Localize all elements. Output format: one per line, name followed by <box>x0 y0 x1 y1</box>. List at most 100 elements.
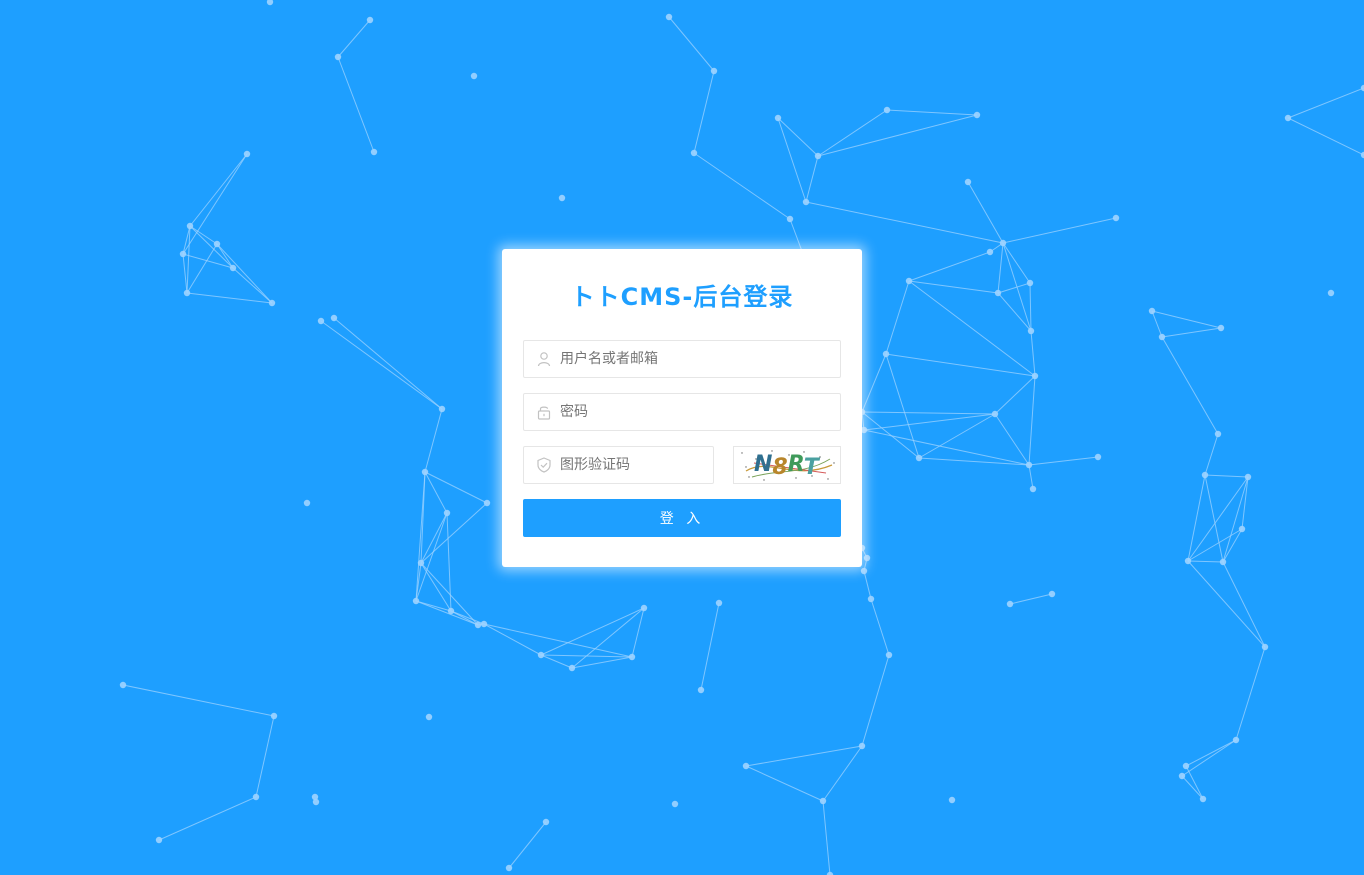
particle-dot <box>366 16 374 24</box>
particle-link <box>446 512 452 612</box>
particle-link <box>822 745 863 802</box>
particle-link <box>1009 593 1053 605</box>
particle-link <box>817 109 888 157</box>
username-input[interactable] <box>560 341 832 377</box>
particle-link <box>997 282 1031 294</box>
particle-link <box>1028 375 1036 466</box>
particle-link <box>817 114 978 157</box>
particle-link <box>186 243 218 294</box>
password-input[interactable] <box>560 394 832 430</box>
particle-dot <box>1217 324 1225 332</box>
particle-link <box>863 570 872 600</box>
particle-link <box>424 471 448 514</box>
particle-dot <box>915 454 923 462</box>
particle-dot <box>742 762 750 770</box>
particle-link <box>158 796 257 841</box>
particle-dot <box>1026 279 1034 287</box>
particle-link <box>1222 528 1243 563</box>
particle-link <box>994 413 1030 466</box>
particle-dot <box>470 72 478 80</box>
particle-dot <box>438 405 446 413</box>
particle-dot <box>417 559 425 567</box>
particle-dot <box>628 653 636 661</box>
particle-link <box>540 654 573 669</box>
particle-dot <box>774 114 782 122</box>
particle-dot <box>1261 643 1269 651</box>
particle-link <box>908 251 991 282</box>
particle-link <box>255 715 275 798</box>
particle-dot <box>882 350 890 358</box>
particle-dot <box>883 106 891 114</box>
particle-dot <box>183 289 191 297</box>
particle-link <box>1187 528 1243 562</box>
particle-link <box>863 413 996 431</box>
particle-dot <box>665 13 673 21</box>
particle-dot <box>505 864 513 872</box>
particle-dot <box>303 499 311 507</box>
particle-link <box>1181 739 1237 777</box>
particle-link <box>182 253 188 294</box>
particle-link <box>631 607 645 658</box>
particle-dot <box>1219 558 1227 566</box>
particle-link <box>1151 310 1222 329</box>
particle-dot <box>483 499 491 507</box>
captcha-input[interactable] <box>560 447 705 483</box>
particle-link <box>420 502 488 564</box>
captcha-image[interactable]: N8RT <box>733 446 841 484</box>
particle-dot <box>266 0 274 6</box>
username-field[interactable] <box>523 340 841 378</box>
password-field[interactable] <box>523 393 841 431</box>
particle-dot <box>964 178 972 186</box>
particle-dot <box>186 222 194 230</box>
particle-dot <box>317 317 325 325</box>
particle-dot <box>1244 473 1252 481</box>
particle-dot <box>334 53 342 61</box>
particle-dot <box>179 250 187 258</box>
particle-dot <box>858 742 866 750</box>
particle-link <box>122 684 275 717</box>
particle-dot <box>640 604 648 612</box>
particle-link <box>189 153 248 227</box>
particle-dot <box>991 410 999 418</box>
particle-dot <box>370 148 378 156</box>
particle-link <box>885 280 910 355</box>
particle-dot <box>270 712 278 720</box>
particle-dot <box>994 289 1002 297</box>
login-button[interactable]: 登 入 <box>523 499 841 537</box>
particle-link <box>693 152 791 220</box>
particle-dot <box>330 314 338 322</box>
particle-dot <box>671 800 679 808</box>
particle-link <box>870 598 890 656</box>
particle-link <box>822 800 831 875</box>
particle-dot <box>1027 327 1035 335</box>
particle-link <box>1161 336 1219 435</box>
particle-link <box>483 623 542 656</box>
particle-dot <box>1182 762 1190 770</box>
particle-dot <box>819 797 827 805</box>
particle-dot <box>537 651 545 659</box>
particle-link <box>745 745 863 767</box>
particle-dot <box>999 239 1007 247</box>
particle-dot <box>697 686 705 694</box>
shield-check-icon <box>536 457 552 473</box>
captcha-field[interactable] <box>523 446 714 484</box>
particle-dot <box>948 796 956 804</box>
particle-link <box>861 353 887 413</box>
particle-link <box>908 280 1036 377</box>
particle-link <box>415 471 426 602</box>
particle-link <box>1187 560 1266 648</box>
particle-dot <box>268 299 276 307</box>
lock-icon <box>536 404 552 420</box>
page-title: トトCMS-后台登录 <box>570 283 794 311</box>
particle-link <box>1161 327 1222 338</box>
particle-dot <box>1184 557 1192 565</box>
particle-link <box>1222 561 1266 648</box>
particle-dot <box>568 664 576 672</box>
login-panel: トトCMS-后台登录 用户名或者邮箱 图形验证码 N8RT 登 入 <box>502 249 862 567</box>
particle-link <box>415 512 448 602</box>
particle-dot <box>973 111 981 119</box>
particle-link <box>885 353 920 459</box>
particle-dot <box>1284 114 1292 122</box>
particle-dot <box>1178 772 1186 780</box>
particle-dot <box>860 567 868 575</box>
